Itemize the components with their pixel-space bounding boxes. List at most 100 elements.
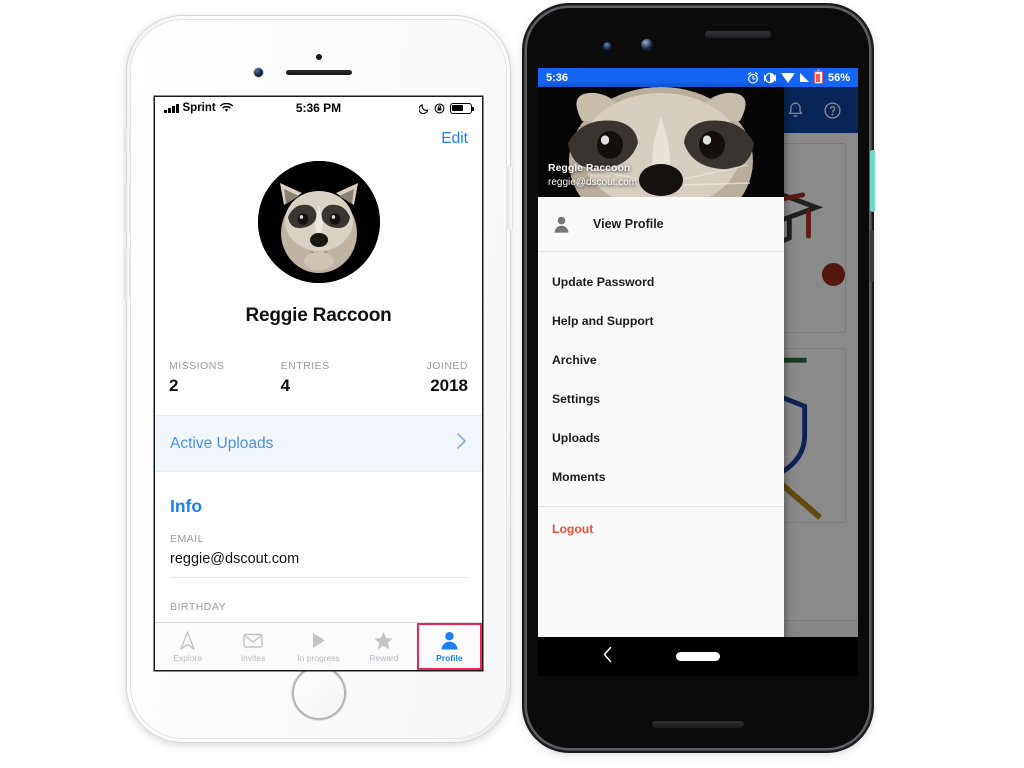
stat-missions: MISSIONS 2	[169, 360, 263, 396]
stat-label: JOINED	[426, 360, 469, 372]
android-bottom-speaker	[652, 721, 744, 728]
stat-entries: ENTRIES 4	[263, 360, 375, 396]
page-title: Reggie Raccoon	[245, 305, 392, 326]
iphone-screen: Sprint 5:36 PM Edit Reggie Raccoon MISSI…	[155, 97, 482, 670]
iphone-proximity-sensor	[315, 54, 322, 60]
stat-label: MISSIONS	[169, 360, 225, 372]
alarm-clock-icon	[747, 71, 758, 84]
android-navigation-bar	[538, 637, 858, 676]
iphone-silent-switch[interactable]	[125, 128, 129, 154]
battery-icon	[813, 69, 823, 84]
home-pill-indicator[interactable]	[676, 652, 720, 661]
vibrate-icon	[763, 72, 776, 83]
iphone-front-camera	[254, 68, 263, 77]
android-screen: 5:36 56% Reggie Raccoon reggie@dscout.co…	[538, 68, 858, 676]
ios-status-right	[419, 102, 475, 114]
iphone-device-frame: Sprint 5:36 PM Edit Reggie Raccoon MISSI…	[125, 16, 512, 742]
field-birthday: BIRTHDAY	[155, 578, 482, 613]
drawer-item-view-profile[interactable]: View Profile	[538, 197, 784, 252]
drawer-item-label: Help and Support	[552, 313, 654, 328]
android-status-right: 56%	[747, 69, 850, 84]
drawer-header[interactable]: Reggie Raccoon reggie@dscout.com	[538, 87, 784, 197]
drawer-item-moments[interactable]: Moments	[538, 457, 784, 496]
android-volume-button[interactable]	[870, 230, 874, 282]
star-icon	[374, 632, 394, 650]
tab-label: In progress	[297, 653, 340, 663]
drawer-item-label: Update Password	[552, 274, 655, 289]
drawer-item-label: Moments	[552, 469, 606, 484]
battery-percent-label: 56%	[827, 71, 850, 84]
android-earpiece-speaker	[704, 31, 771, 38]
ios-carrier-label: Sprint	[182, 102, 216, 114]
tab-label: Explore	[173, 653, 203, 663]
drawer-item-logout[interactable]: Logout	[538, 507, 784, 551]
play-triangle-icon	[313, 633, 326, 648]
ios-status-left: Sprint	[164, 102, 233, 114]
android-sensor	[603, 42, 612, 51]
iphone-volume-down-button[interactable]	[125, 248, 129, 300]
field-email: EMAIL reggie@dscout.com	[155, 517, 482, 578]
do-not-disturb-icon	[419, 103, 429, 114]
iphone-power-button[interactable]	[508, 166, 512, 230]
android-power-button[interactable]	[870, 150, 875, 212]
stat-value: 2	[169, 376, 179, 395]
active-uploads-row[interactable]: Active Uploads	[155, 415, 482, 472]
edit-row: Edit	[155, 119, 482, 159]
chevron-right-icon	[456, 432, 467, 455]
drawer-user-email: reggie@dscout.com	[548, 176, 638, 188]
battery-icon	[450, 102, 475, 114]
avatar-container	[155, 161, 482, 283]
field-label: BIRTHDAY	[170, 601, 227, 613]
android-app-stage: Reggie Raccoon reggie@dscout.com View Pr…	[538, 87, 858, 676]
profile-screen: Edit Reggie Raccoon MISSIONS 2 ENTRIES 4…	[155, 119, 482, 670]
drawer-user-name: Reggie Raccoon	[548, 162, 631, 175]
profile-stats: MISSIONS 2 ENTRIES 4 JOINED 2018	[155, 360, 482, 396]
stat-label: ENTRIES	[280, 360, 330, 372]
field-value[interactable]: reggie@dscout.com	[170, 551, 467, 578]
tab-label: Reward	[369, 653, 399, 663]
drawer-item-label: Logout	[552, 522, 594, 536]
android-device-frame: 5:36 56% Reggie Raccoon reggie@dscout.co…	[527, 8, 875, 748]
android-front-camera	[641, 39, 653, 51]
tab-label: Invites	[240, 653, 266, 663]
android-clock: 5:36	[546, 71, 569, 84]
tab-explore[interactable]: Explore	[155, 623, 220, 670]
drawer-item-label: Settings	[552, 391, 601, 406]
back-chevron-icon[interactable]	[602, 646, 613, 667]
active-uploads-label: Active Uploads	[170, 434, 274, 452]
drawer-item-settings[interactable]: Settings	[538, 379, 784, 418]
profile-tab-highlight	[416, 623, 482, 670]
drawer-item-uploads[interactable]: Uploads	[538, 418, 784, 457]
avatar[interactable]	[257, 161, 380, 283]
drawer-item-archive[interactable]: Archive	[538, 340, 784, 379]
field-label: EMAIL	[170, 533, 205, 545]
drawer-item-label: Archive	[552, 352, 597, 367]
ios-status-bar: Sprint 5:36 PM	[155, 97, 482, 119]
stat-joined: JOINED 2018	[374, 360, 469, 396]
drawer-menu-list: Update Password Help and Support Archive…	[538, 252, 784, 496]
wifi-icon	[780, 72, 795, 83]
drawer-item-update-password[interactable]: Update Password	[538, 262, 784, 301]
envelope-icon	[243, 633, 263, 648]
tab-invites[interactable]: Invites	[220, 623, 285, 670]
cellular-signal-icon	[164, 103, 179, 113]
drawer-item-help-and-support[interactable]: Help and Support	[538, 301, 784, 340]
iphone-volume-up-button[interactable]	[125, 182, 129, 234]
stat-value: 2018	[430, 376, 469, 395]
tab-in-progress[interactable]: In progress	[286, 623, 351, 670]
drawer-item-label: View Profile	[593, 217, 664, 231]
person-icon	[554, 216, 569, 233]
iphone-home-button[interactable]	[291, 666, 346, 720]
ios-tab-bar: Explore Invites In progress Reward Profi…	[155, 622, 482, 670]
android-status-bar: 5:36 56%	[538, 68, 858, 87]
info-heading: Info	[170, 496, 203, 516]
raccoon-avatar-image	[257, 161, 380, 283]
tab-profile[interactable]: Profile	[416, 623, 482, 670]
drawer-item-label: Uploads	[552, 430, 601, 445]
iphone-earpiece-speaker	[285, 70, 352, 75]
rotation-lock-icon	[434, 103, 445, 113]
navigation-arrow-icon	[180, 631, 195, 650]
tab-reward[interactable]: Reward	[351, 623, 416, 670]
edit-button[interactable]: Edit	[441, 130, 468, 148]
stat-value: 4	[280, 376, 291, 395]
